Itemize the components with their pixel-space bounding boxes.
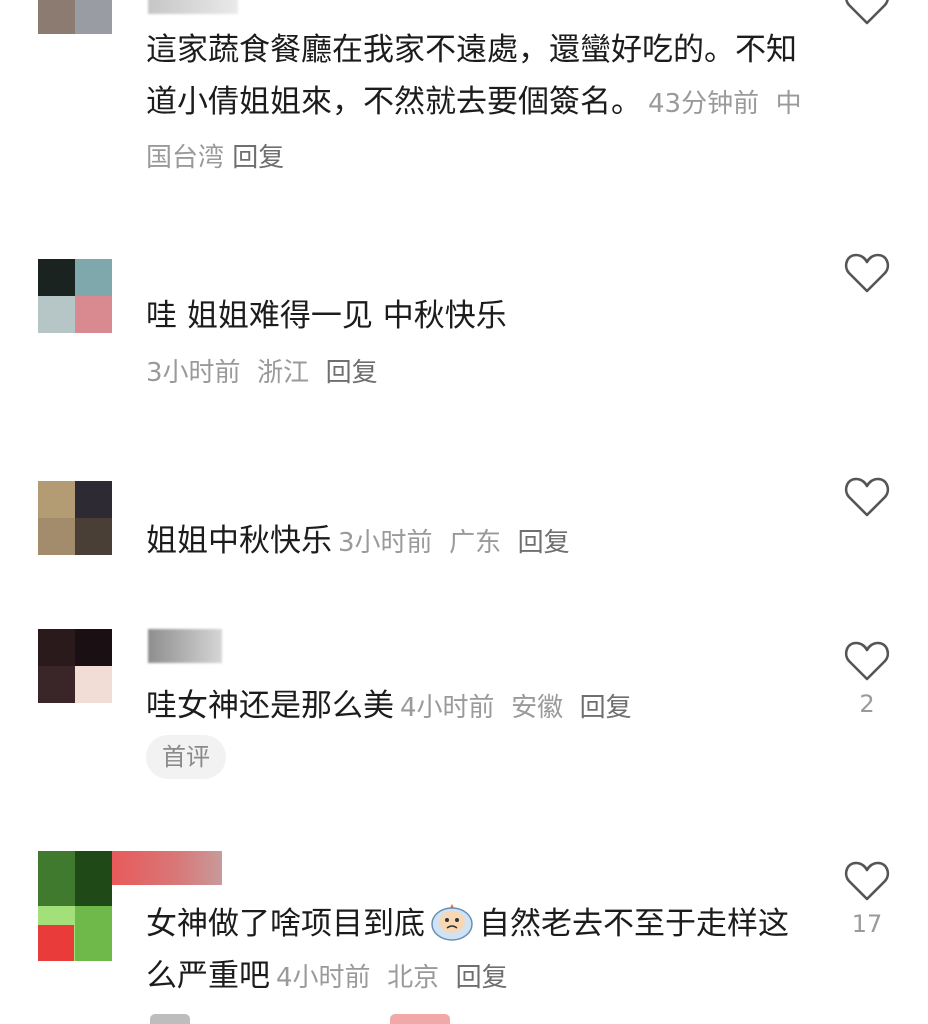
comment-time: 3小时前 [146,358,241,388]
comment-time: 3小时前 [338,528,433,558]
heart-outline-icon [844,253,890,293]
avatar[interactable] [38,0,112,34]
like-button[interactable]: 2 [840,640,894,718]
comment-time: 43分钟前 [648,89,760,119]
like-button[interactable] [840,252,894,294]
avatar[interactable] [38,259,112,333]
comment-location: 广东 [449,528,502,558]
like-button[interactable]: 17 [840,860,894,938]
comment-location: 北京 [387,963,440,993]
avatar-badge [38,925,74,961]
reply-button[interactable]: 回复 [518,528,570,558]
comment-body: 女神做了啥项目到底 自然老去不至于走样这么严重吧 4小时前 北京 回复 [146,898,806,1004]
like-count: 17 [851,910,883,938]
reply-button[interactable]: 回复 [456,963,508,993]
comment-meta: 4小时前 安徽 回复 [400,693,632,723]
like-button[interactable] [840,0,894,26]
comment-body: 哇女神还是那么美 4小时前 安徽 回复 [146,680,806,734]
comment-location: 安徽 [511,693,564,723]
heart-outline-icon [844,861,890,901]
reply-button[interactable]: 回复 [580,693,632,723]
comment-location: 浙江 [257,358,310,388]
comment-body: 哇 姐姐难得一见 中秋快乐 [146,290,806,342]
comment-time: 4小时前 [276,963,371,993]
avatar[interactable] [38,629,112,703]
comment-text: 姐姐中秋快乐 [146,523,332,559]
like-count: 2 [859,690,875,718]
heart-outline-icon [845,0,889,25]
comment-body: 這家蔬食餐廳在我家不遠處，還蠻好吃的。不知道小倩姐姐來，不然就去要個簽名。 43分… [146,24,806,184]
reply-button[interactable]: 回复 [232,143,284,173]
avatar[interactable] [38,481,112,555]
reply-button[interactable]: 回复 [326,358,378,388]
comment-text: 哇 姐姐难得一见 中秋快乐 [146,298,507,334]
comment-meta: 3小时前 广东 回复 [338,528,570,558]
first-comment-tag: 首评 [146,735,226,779]
username-blurred[interactable] [148,0,238,14]
username-blurred[interactable] [148,629,222,663]
comment-text: 女神做了啥项目到底 [146,906,425,942]
comment-meta: 3小时前 浙江 回复 [146,352,378,389]
username-blurred[interactable] [112,851,222,885]
comment-time: 4小时前 [400,693,495,723]
like-button[interactable] [840,476,894,518]
heart-outline-icon [844,641,890,681]
comment-body: 姐姐中秋快乐 3小时前 广东 回复 [146,515,806,569]
crying-face-emoji [429,902,475,942]
comment-meta: 4小时前 北京 回复 [276,963,508,993]
comment-text: 哇女神还是那么美 [146,688,394,724]
heart-outline-icon [844,477,890,517]
